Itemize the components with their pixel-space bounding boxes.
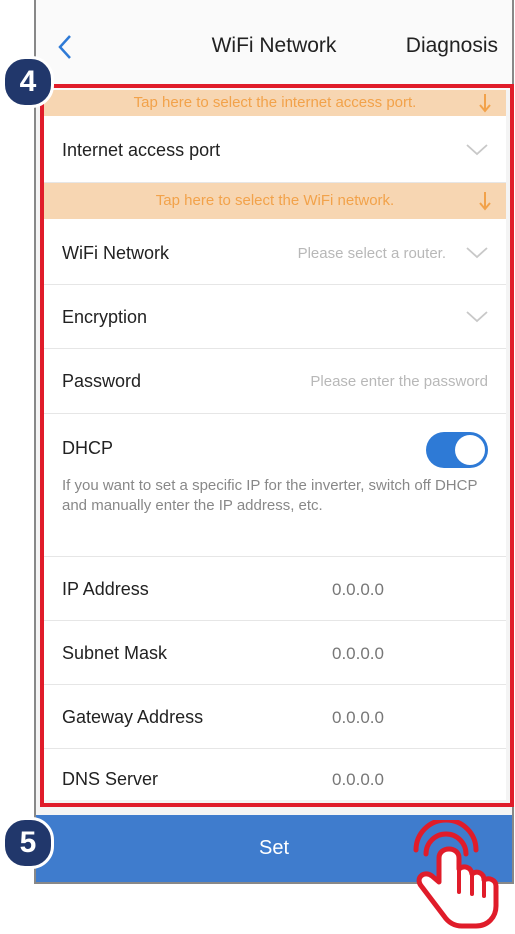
- ip-address-value: 0.0.0.0: [332, 580, 384, 599]
- step-marker-5: 5: [2, 817, 54, 869]
- dhcp-toggle[interactable]: [426, 432, 488, 468]
- gateway-value: 0.0.0.0: [332, 708, 384, 727]
- chevron-down-icon: [466, 311, 488, 323]
- dhcp-description: If you want to set a specific IP for the…: [62, 477, 478, 514]
- port-hint-banner[interactable]: Tap here to select the internet access p…: [44, 90, 506, 116]
- arrow-down-icon: [479, 192, 491, 211]
- dhcp-label: DHCP: [62, 438, 114, 458]
- encryption-select[interactable]: Encryption: [44, 285, 506, 349]
- arrow-down-icon: [479, 94, 491, 113]
- ip-address-field[interactable]: IP Address 0.0.0.0: [44, 557, 506, 621]
- wifi-hint-text: Tap here to select the WiFi network.: [155, 192, 395, 209]
- password-field[interactable]: Password Please enter the password: [44, 349, 506, 414]
- dns-label: DNS Server: [62, 769, 159, 789]
- password-label: Password: [62, 371, 142, 391]
- password-placeholder: Please enter the password: [310, 373, 488, 390]
- wifi-network-select[interactable]: WiFi Network Please select a router.: [44, 219, 506, 285]
- port-hint-text: Tap here to select the internet access p…: [133, 94, 417, 111]
- chevron-down-icon: [466, 144, 488, 156]
- dns-value: 0.0.0.0: [332, 770, 384, 789]
- chevron-down-icon: [466, 247, 488, 259]
- gateway-label: Gateway Address: [62, 707, 204, 727]
- step-marker-4: 4: [2, 56, 54, 108]
- dns-field[interactable]: DNS Server 0.0.0.0: [44, 749, 506, 800]
- internet-port-select[interactable]: Internet access port: [44, 116, 506, 183]
- toggle-knob: [455, 435, 485, 465]
- wifi-network-placeholder: Please select a router.: [297, 245, 446, 262]
- settings-form: Tap here to select the internet access p…: [44, 90, 506, 800]
- diagnosis-button[interactable]: Diagnosis: [406, 34, 498, 58]
- subnet-mask-label: Subnet Mask: [62, 643, 168, 663]
- wifi-hint-banner[interactable]: Tap here to select the WiFi network.: [44, 183, 506, 219]
- encryption-label: Encryption: [62, 307, 148, 327]
- dhcp-row: DHCP If you want to set a specific IP fo…: [44, 414, 506, 557]
- ip-address-label: IP Address: [62, 579, 149, 599]
- hand-pointer-icon: [413, 820, 499, 929]
- gateway-field[interactable]: Gateway Address 0.0.0.0: [44, 685, 506, 749]
- subnet-mask-value: 0.0.0.0: [332, 644, 384, 663]
- nav-bar: WiFi Network Diagnosis: [36, 0, 512, 90]
- phone-screen: WiFi Network Diagnosis Tap here to selec…: [34, 0, 514, 884]
- subnet-mask-field[interactable]: Subnet Mask 0.0.0.0: [44, 621, 506, 685]
- wifi-network-label: WiFi Network: [62, 243, 169, 263]
- internet-port-label: Internet access port: [62, 140, 221, 160]
